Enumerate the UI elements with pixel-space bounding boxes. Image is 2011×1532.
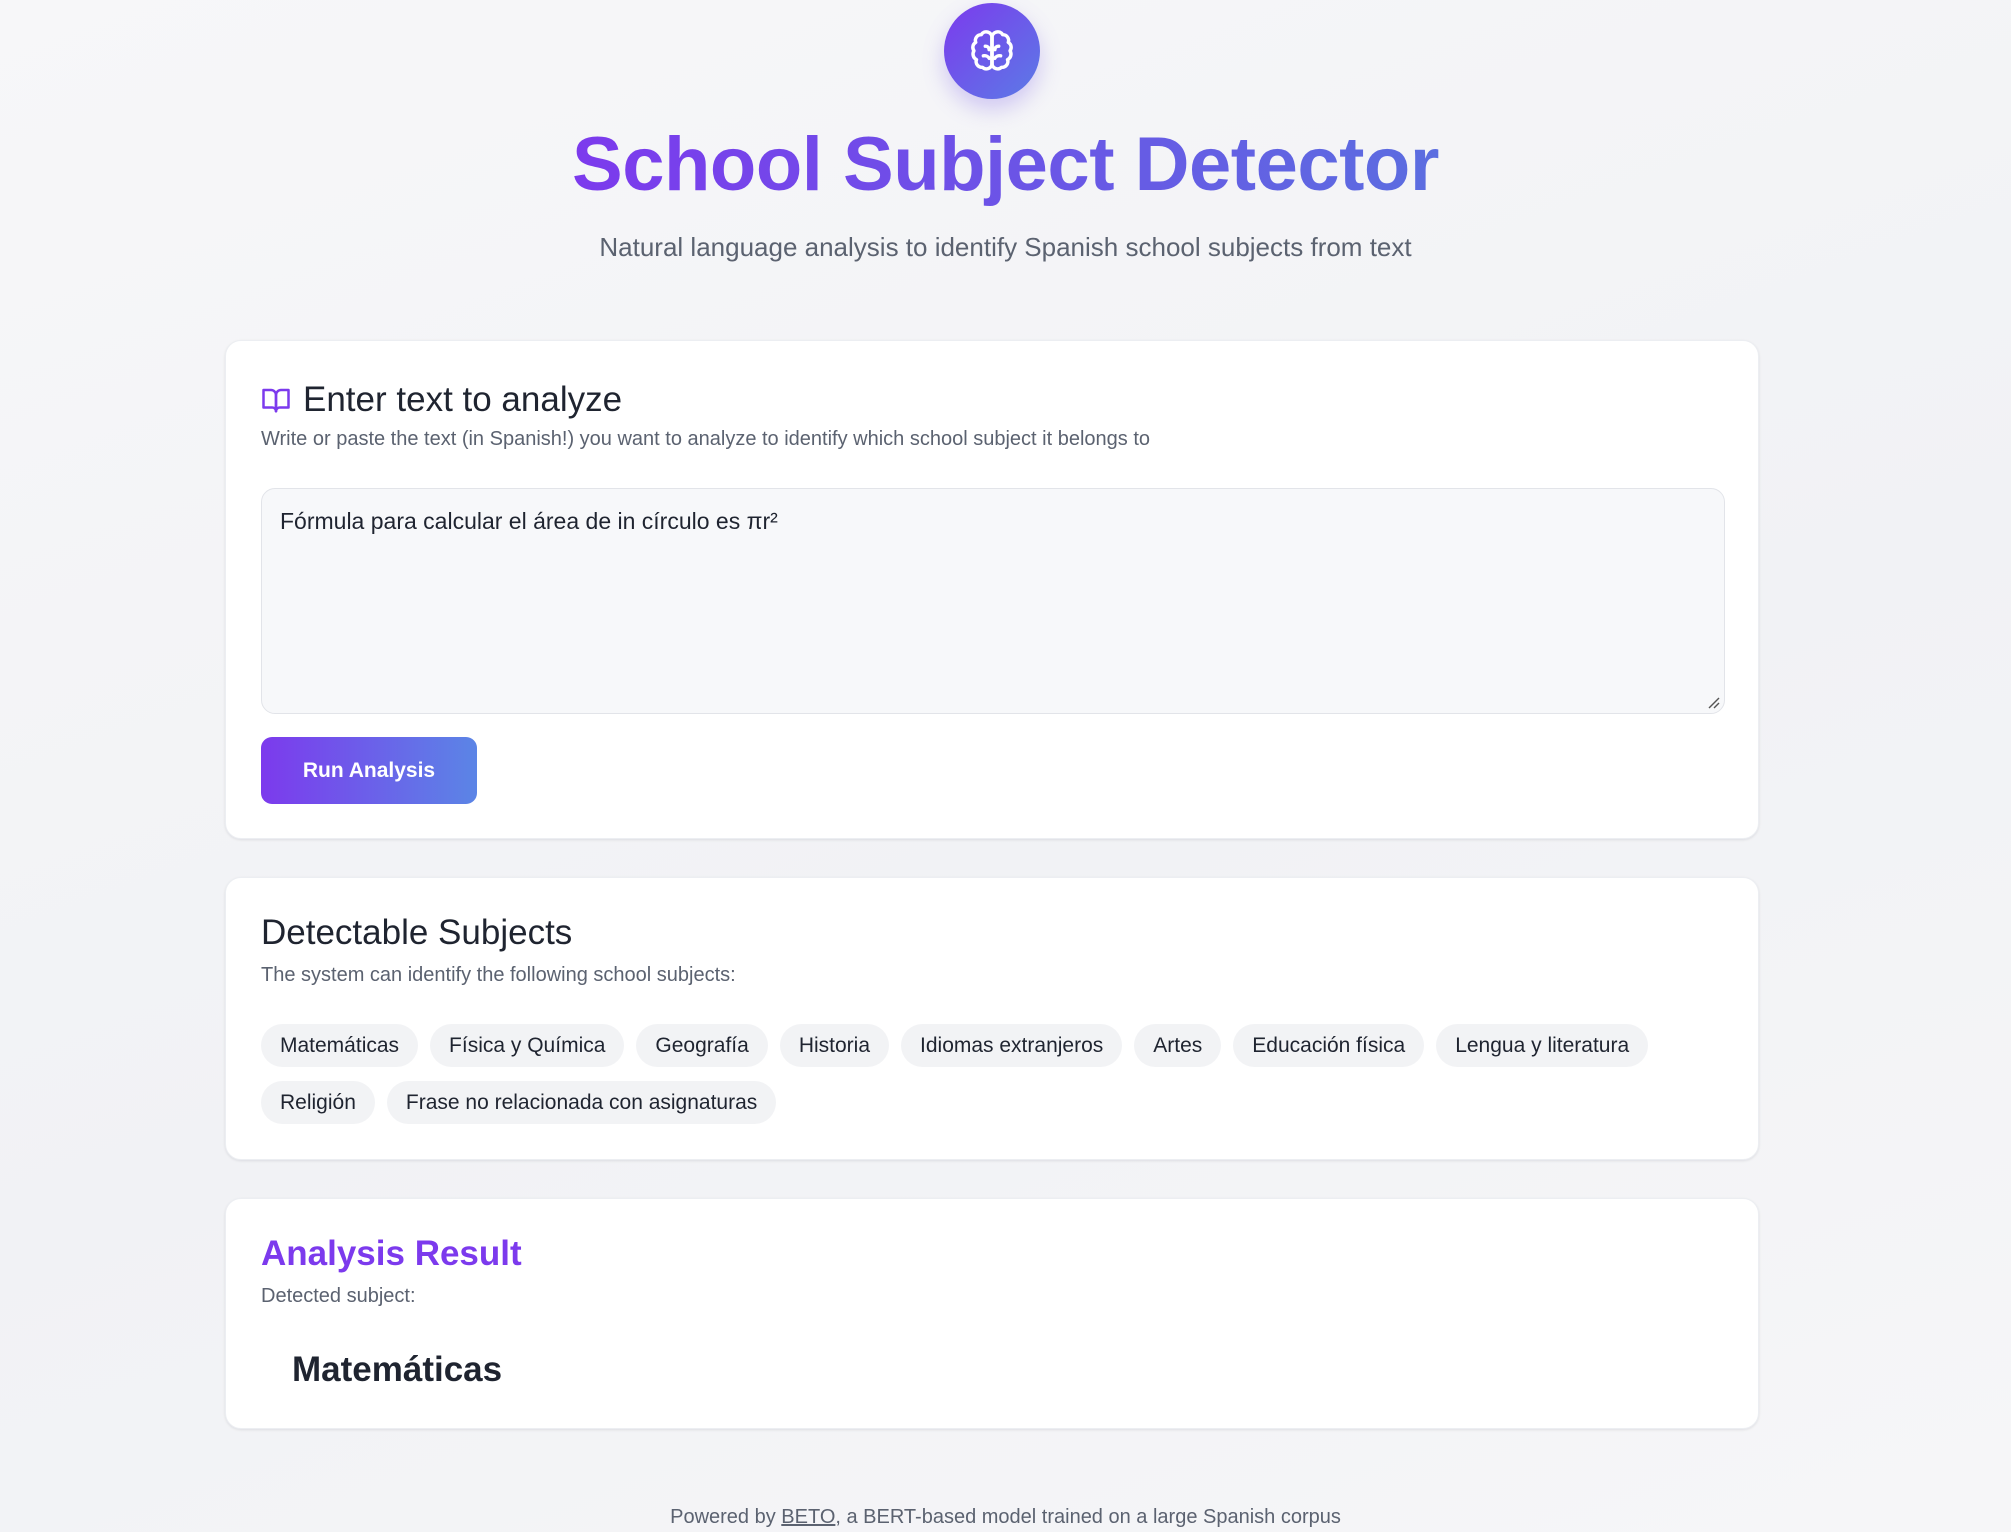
book-open-icon (262, 388, 290, 413)
footer-suffix: , a BERT-based model trained on a large … (835, 1506, 1341, 1528)
subject-chip: Matemáticas (261, 1024, 419, 1067)
subject-chip: Artes (1134, 1024, 1222, 1067)
resize-handle-icon[interactable] (1706, 695, 1720, 709)
page: School Subject Detector Natural language… (0, 0, 2011, 1532)
subject-chip-list: Matemáticas Física y Química Geografía H… (261, 1024, 1731, 1124)
subject-chip: Religión (261, 1081, 375, 1124)
subject-chip: Educación física (1233, 1024, 1425, 1067)
subject-chip: Frase no relacionada con asignaturas (386, 1081, 777, 1124)
logo-badge (944, 3, 1040, 99)
subject-chip: Lengua y literatura (1436, 1024, 1649, 1067)
text-input-value: Fórmula para calcular el área de in círc… (280, 508, 778, 534)
footer: Powered by BETO, a BERT-based model trai… (0, 1503, 2011, 1531)
text-input[interactable]: Fórmula para calcular el área de in círc… (261, 488, 1725, 714)
result-card-title: Analysis Result (261, 1234, 522, 1273)
brain-icon (971, 30, 1013, 71)
detected-subject: Matemáticas (292, 1350, 503, 1389)
result-label: Detected subject: (261, 1285, 416, 1307)
page-title: School Subject Detector (572, 122, 1439, 207)
subjects-card-description: The system can identify the following sc… (261, 964, 736, 986)
input-card-description: Write or paste the text (in Spanish!) yo… (261, 428, 1150, 450)
footer-prefix: Powered by (670, 1506, 782, 1528)
beto-link[interactable]: BETO (781, 1506, 835, 1528)
subjects-card-title: Detectable Subjects (261, 913, 573, 952)
subjects-card: Detectable Subjects The system can ident… (225, 877, 1759, 1160)
input-card-title: Enter text to analyze (303, 380, 623, 419)
result-card: Analysis Result Detected subject: Matemá… (225, 1198, 1759, 1429)
input-card-header: Enter text to analyze (261, 378, 622, 422)
subject-chip: Geografía (636, 1024, 768, 1067)
subject-chip: Historia (779, 1024, 890, 1067)
page-subtitle: Natural language analysis to identify Sp… (599, 232, 1412, 262)
run-analysis-button[interactable]: Run Analysis (261, 737, 477, 804)
subject-chip: Idiomas extranjeros (901, 1024, 1123, 1067)
subject-chip: Física y Química (430, 1024, 625, 1067)
input-card: Enter text to analyze Write or paste the… (225, 340, 1759, 839)
